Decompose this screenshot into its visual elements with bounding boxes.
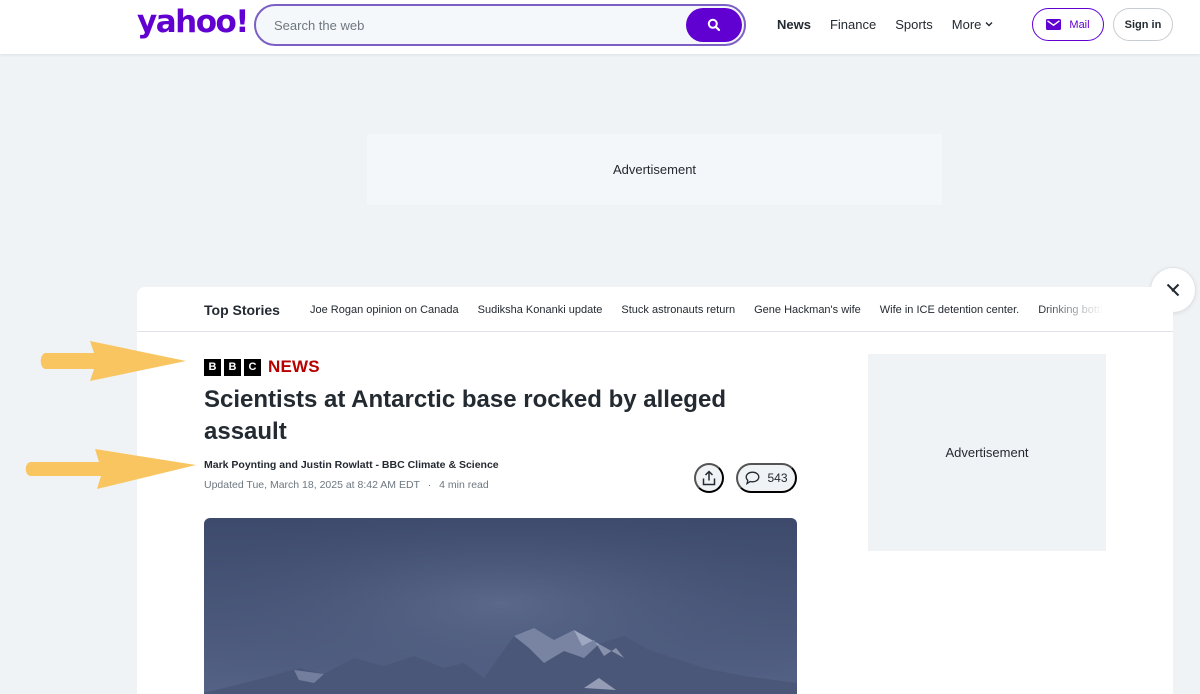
nav-news[interactable]: News xyxy=(777,17,811,32)
arrow-annotation-icon xyxy=(40,341,186,381)
search-bar xyxy=(254,4,746,46)
bbc-news-logo[interactable]: B B C NEWS xyxy=(204,357,320,377)
top-story-link[interactable]: Stuck astronauts return xyxy=(621,304,735,316)
nav-sports[interactable]: Sports xyxy=(895,17,933,32)
top-header: yahoo! News Finance Sports More Mail Sig… xyxy=(0,0,1200,54)
article-card: Top Stories Joe Rogan opinion on Canada … xyxy=(137,287,1173,694)
search-input[interactable] xyxy=(274,6,674,44)
article-hero-image xyxy=(204,518,797,694)
antarctic-landscape-image xyxy=(204,518,797,694)
search-icon xyxy=(707,18,721,32)
top-stories-label: Top Stories xyxy=(204,302,280,318)
bbc-logo-letter: B xyxy=(204,358,221,376)
nav-more[interactable]: More xyxy=(952,17,995,32)
top-story-link[interactable]: Gene Hackman's wife xyxy=(754,304,861,316)
comment-count: 543 xyxy=(767,471,788,485)
share-icon xyxy=(702,470,716,486)
sign-in-button[interactable]: Sign in xyxy=(1113,8,1173,41)
mail-button[interactable]: Mail xyxy=(1032,8,1104,41)
bbc-logo-letter: B xyxy=(224,358,241,376)
mail-icon xyxy=(1046,19,1062,30)
top-stories-bar: Top Stories Joe Rogan opinion on Canada … xyxy=(137,287,1173,332)
advertisement-banner: Advertisement xyxy=(367,134,942,205)
advertisement-sidebar: Advertisement xyxy=(868,354,1106,551)
nav-finance[interactable]: Finance xyxy=(830,17,876,32)
top-story-link[interactable]: Wife in ICE detention center. xyxy=(880,304,1019,316)
search-button[interactable] xyxy=(686,8,742,42)
comments-button[interactable]: 543 xyxy=(736,463,797,493)
comment-icon xyxy=(746,471,760,485)
article-byline[interactable]: Mark Poynting and Justin Rowlatt - BBC C… xyxy=(204,459,499,471)
bbc-logo-letter: C xyxy=(244,358,261,376)
arrow-annotation-icon xyxy=(25,449,196,489)
top-story-link[interactable]: Joe Rogan opinion on Canada xyxy=(310,304,459,316)
main-nav: News Finance Sports More xyxy=(777,0,1013,48)
bbc-logo-news-word: NEWS xyxy=(268,357,320,376)
meta-separator: · xyxy=(427,479,432,491)
top-story-link[interactable]: Drinking bottled water xyxy=(1038,304,1103,316)
article-read-time: 4 min read xyxy=(439,479,489,491)
article-meta: Updated Tue, March 18, 2025 at 8:42 AM E… xyxy=(204,479,489,491)
top-stories-list: Joe Rogan opinion on Canada Sudiksha Kon… xyxy=(310,304,1103,316)
share-button[interactable] xyxy=(694,463,724,493)
yahoo-logo[interactable]: yahoo! xyxy=(137,4,249,40)
chevron-down-icon xyxy=(985,22,993,27)
article-updated-time: Updated Tue, March 18, 2025 at 8:42 AM E… xyxy=(204,479,420,491)
top-story-link[interactable]: Sudiksha Konanki update xyxy=(478,304,603,316)
article-headline: Scientists at Antarctic base rocked by a… xyxy=(204,386,726,445)
